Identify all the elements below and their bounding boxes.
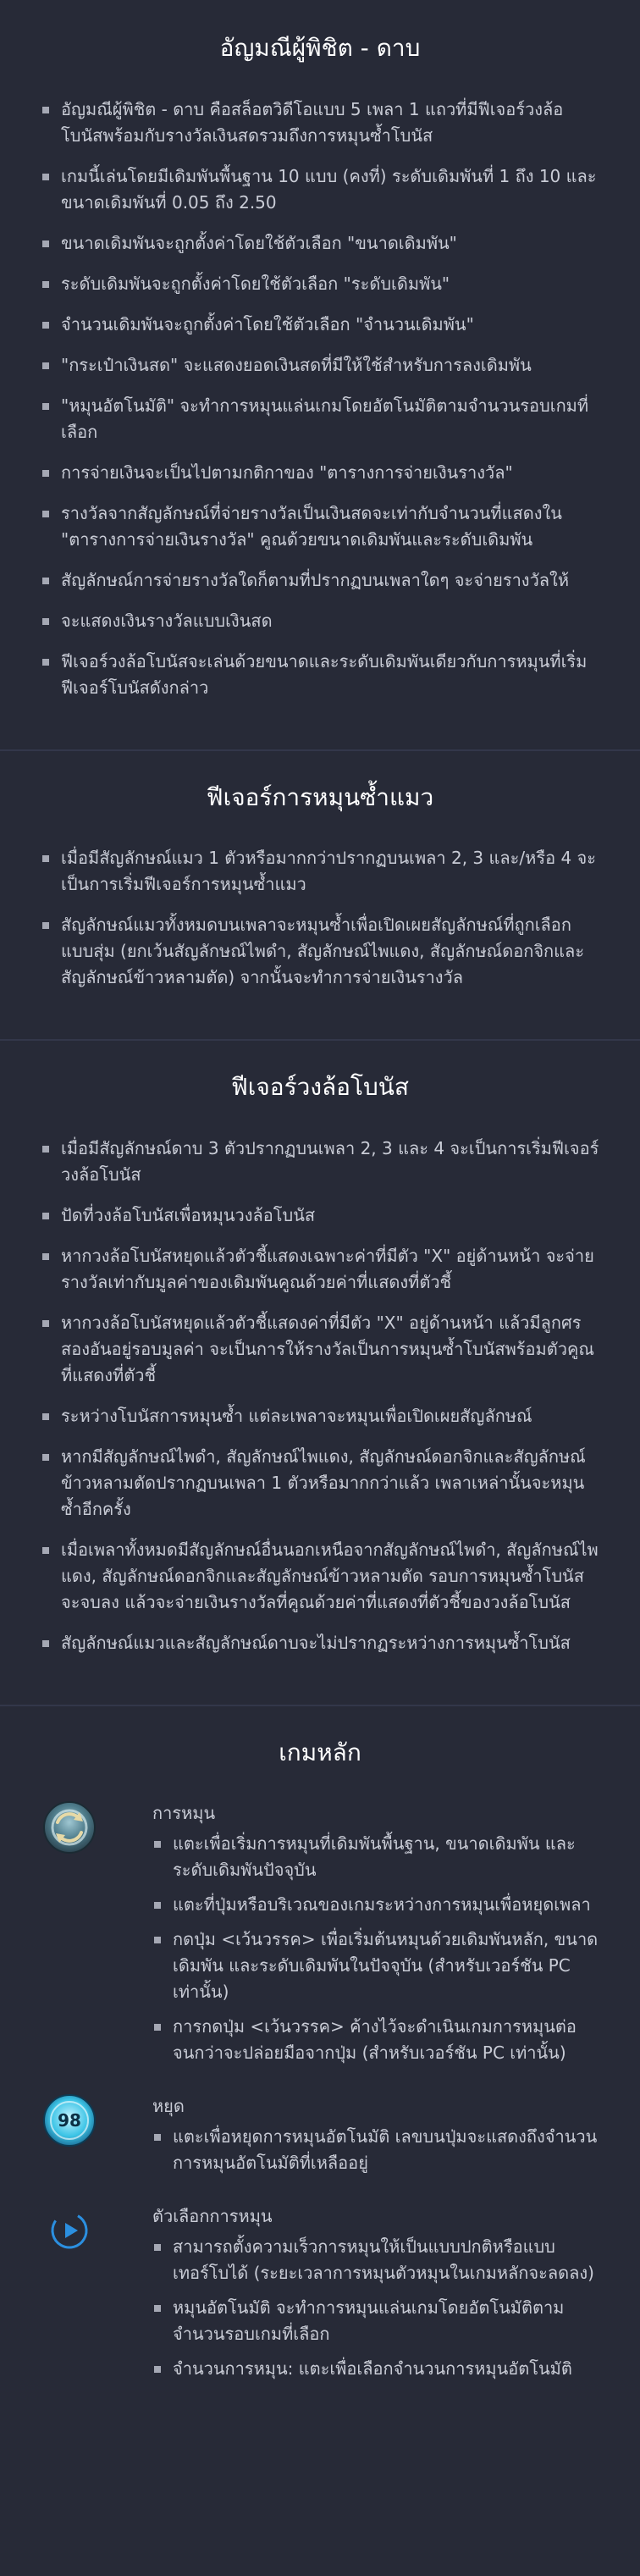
list-item: กดปุ่ม <เว้นวรรค> เพื่อเริ่มต้นหมุนด้วยเ… xyxy=(152,1926,599,2005)
bullet-icon xyxy=(42,280,49,288)
bullet-icon xyxy=(42,1145,49,1153)
list-item: รางวัลจากสัญลักษณ์ที่จ่ายรางวัลเป็นเงินส… xyxy=(41,500,599,553)
bullet-icon xyxy=(154,2366,161,2374)
list-item: สัญลักษณ์การจ่ายรางวัลใดก็ตามที่ปรากฏบนเ… xyxy=(41,567,599,594)
section-title: ฟีเจอร์การหมุนซ้ำแมว xyxy=(206,782,434,811)
bullet-icon xyxy=(154,1841,161,1849)
rules-section-cat-respin: ฟีเจอร์การหมุนซ้ำแมว เมื่อมีสัญลักษณ์แมว… xyxy=(0,751,640,1042)
bullet-icon xyxy=(154,1937,161,1944)
control-list: แตะเพื่อหยุดการหมุนอัตโนมัติ เลขบนปุ่มจะ… xyxy=(152,2124,599,2176)
control-title: ตัวเลือกการหมุน xyxy=(152,2206,273,2227)
bullet-icon xyxy=(42,855,49,863)
bullet-icon xyxy=(42,173,49,180)
bullet-icon xyxy=(42,362,49,369)
list-item: สัญลักษณ์แมวทั้งหมดบนเพลาจะหมุนซ้ำเพื่อเ… xyxy=(41,912,599,991)
control-title: การหมุน xyxy=(152,1803,216,1824)
bullet-icon xyxy=(42,1639,49,1647)
spin-button-icon xyxy=(42,1800,97,1855)
control-spin: การหมุน แตะเพื่อเริ่มการหมุนที่เดิมพันพื… xyxy=(41,1800,599,2075)
bullet-icon xyxy=(42,617,49,625)
control-list: แตะเพื่อเริ่มการหมุนที่เดิมพันพื้นฐาน, ข… xyxy=(152,1831,599,2066)
list-item: "กระเป๋าเงินสด" จะแสดงยอดเงินสดที่มีให้ใ… xyxy=(41,352,599,379)
rules-list: เมื่อมีสัญลักษณ์แมว 1 ตัวหรือมากกว่าปราก… xyxy=(41,845,599,991)
bullet-icon xyxy=(154,2024,161,2032)
list-item: ระหว่างโบนัสการหมุนซ้ำ แต่ละเพลาจะหมุนเพ… xyxy=(41,1403,599,1429)
list-item: หากวงล้อโบนัสหยุดแล้วตัวชี้แสดงค่าที่มีต… xyxy=(41,1310,599,1389)
list-item: เมื่อมีสัญลักษณ์ดาบ 3 ตัวปรากฏบนเพลา 2, … xyxy=(41,1136,599,1188)
bullet-icon xyxy=(42,106,49,113)
rules-list: เมื่อมีสัญลักษณ์ดาบ 3 ตัวปรากฏบนเพลา 2, … xyxy=(41,1136,599,1656)
bullet-icon xyxy=(42,469,49,477)
list-item: แตะเพื่อหยุดการหมุนอัตโนมัติ เลขบนปุ่มจะ… xyxy=(152,2124,599,2176)
list-item: แตะที่ปุ่มหรือบริเวณของเกมระหว่างการหมุน… xyxy=(152,1892,599,1918)
bullet-icon xyxy=(42,321,49,329)
list-item: การจ่ายเงินจะเป็นไปตามกติกาของ "ตารางการ… xyxy=(41,460,599,486)
list-item: สัญลักษณ์แมวและสัญลักษณ์ดาบจะไม่ปรากฏระห… xyxy=(41,1630,599,1656)
bullet-icon xyxy=(42,240,49,247)
section-title: อัญมณีผู้พิชิต - ดาบ xyxy=(219,34,421,62)
bullet-icon xyxy=(42,1412,49,1420)
list-item: แตะเพื่อเริ่มการหมุนที่เดิมพันพื้นฐาน, ข… xyxy=(152,1831,599,1883)
bullet-icon xyxy=(42,922,49,930)
section-title: ฟีเจอร์วงล้อโบนัส xyxy=(230,1073,410,1102)
list-item: ขนาดเดิมพันจะถูกตั้งค่าโดยใช้ตัวเลือก "ข… xyxy=(41,230,599,257)
bullet-icon xyxy=(42,577,49,584)
list-item: ฟีเจอร์วงล้อโบนัสจะเล่นด้วยขนาดและระดับเ… xyxy=(41,649,599,701)
autospin-count: 98 xyxy=(58,2110,81,2131)
rules-section-bonus-wheel: ฟีเจอร์วงล้อโบนัส เมื่อมีสัญลักษณ์ดาบ 3 … xyxy=(0,1041,640,1706)
rules-list: อัญมณีผู้พิชิต - ดาบ คือสล็อตวิดีโอแบบ 5… xyxy=(41,97,599,701)
list-item: ระดับเดิมพันจะถูกตั้งค่าโดยใช้ตัวเลือก "… xyxy=(41,271,599,297)
control-spin-details: การหมุน แตะเพื่อเริ่มการหมุนที่เดิมพันพื… xyxy=(152,1800,599,2075)
list-item: "หมุนอัตโนมัติ" จะทำการหมุนแล่นเกมโดยอัต… xyxy=(41,393,599,445)
list-item: จำนวนเดิมพันจะถูกตั้งค่าโดยใช้ตัวเลือก "… xyxy=(41,312,599,338)
bullet-icon xyxy=(154,2244,161,2252)
list-item: หากมีสัญลักษณ์ไพดำ, สัญลักษณ์ไพแดง, สัญล… xyxy=(41,1444,599,1523)
list-item: จะแสดงเงินรางวัลแบบเงินสด xyxy=(41,608,599,634)
list-item: สามารถตั้งความเร็วการหมุนให้เป็นแบบปกติห… xyxy=(152,2234,599,2286)
list-item: จำนวนการหมุน: แตะเพื่อเลือกจำนวนการหมุนอ… xyxy=(152,2356,599,2382)
list-item: เกมนี้เล่นโดยมีเดิมพันพื้นฐาน 10 แบบ (คง… xyxy=(41,163,599,216)
bullet-icon xyxy=(42,1252,49,1260)
control-spin-options-details: ตัวเลือกการหมุน สามารถตั้งความเร็วการหมุ… xyxy=(152,2203,599,2391)
play-circle-icon xyxy=(42,2203,97,2258)
bullet-icon xyxy=(154,2305,161,2313)
list-item: หากวงล้อโบนัสหยุดแล้วตัวชี้แสดงเฉพาะค่าท… xyxy=(41,1243,599,1296)
list-item: หมุนอัตโนมัติ จะทำการหมุนแล่นเกมโดยอัตโน… xyxy=(152,2295,599,2347)
rules-section-main-game: เกมหลัก การหมุน แตะเพื่อเริ่มการหมุนที่เ… xyxy=(0,1706,640,2444)
bullet-icon xyxy=(42,658,49,666)
rules-section-overview: อัญมณีผู้พิชิต - ดาบ อัญมณีผู้พิชิต - ดา… xyxy=(0,0,640,751)
bullet-icon xyxy=(42,1546,49,1554)
list-item: เมื่อเพลาทั้งหมดมีสัญลักษณ์อื่นนอกเหนือจ… xyxy=(41,1537,599,1616)
bullet-icon xyxy=(42,1212,49,1219)
bullet-icon xyxy=(154,2134,161,2142)
autospin-stop-icon: 98 xyxy=(42,2093,97,2148)
list-item: เมื่อมีสัญลักษณ์แมว 1 ตัวหรือมากกว่าปราก… xyxy=(41,845,599,898)
control-spin-options: ตัวเลือกการหมุน สามารถตั้งความเร็วการหมุ… xyxy=(41,2203,599,2391)
bullet-icon xyxy=(42,510,49,517)
control-list: สามารถตั้งความเร็วการหมุนให้เป็นแบบปกติห… xyxy=(152,2234,599,2382)
bullet-icon xyxy=(42,1319,49,1327)
bullet-icon xyxy=(42,1453,49,1461)
list-item: การกดปุ่ม <เว้นวรรค> ค้างไว้จะดำเนินเกมก… xyxy=(152,2014,599,2066)
section-title: เกมหลัก xyxy=(279,1738,361,1766)
list-item: ปัดที่วงล้อโบนัสเพื่อหมุนวงล้อโบนัส xyxy=(41,1202,599,1229)
list-item: อัญมณีผู้พิชิต - ดาบ คือสล็อตวิดีโอแบบ 5… xyxy=(41,97,599,149)
bullet-icon xyxy=(154,1902,161,1910)
control-stop: 98 หยุด แตะเพื่อหยุดการหมุนอัตโนมัติ เลข… xyxy=(41,2093,599,2185)
bullet-icon xyxy=(42,402,49,410)
control-stop-details: หยุด แตะเพื่อหยุดการหมุนอัตโนมัติ เลขบนป… xyxy=(152,2093,599,2185)
control-title: หยุด xyxy=(152,2096,185,2117)
